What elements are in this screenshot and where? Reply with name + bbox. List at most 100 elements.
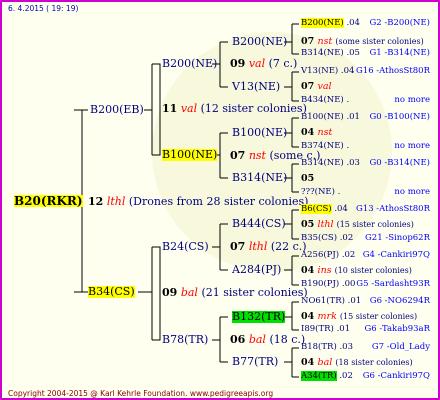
ancestor-lineage-link[interactable]: G7 -Old_Lady xyxy=(372,342,430,352)
ancestor-value: .01 xyxy=(343,112,360,122)
ancestor-drone-row: 04 mrk (15 sister colonies) xyxy=(301,311,417,323)
ancestor-value: .00 xyxy=(339,279,356,289)
ancestor-lineage-link[interactable]: G6 -NO6294R xyxy=(370,296,430,306)
root-drone-line: 12 lthl (Drones from 28 sister colonies) xyxy=(88,196,308,208)
drone-name[interactable]: bal xyxy=(181,286,198,299)
queen-b24cs[interactable]: B24(CS) xyxy=(162,241,209,253)
root-drone-note: (Drones from 28 sister colonies) xyxy=(128,195,309,208)
ancestor-queen-link[interactable]: B190(PJ) xyxy=(301,279,339,289)
ancestor-queen-link[interactable]: B434(NE) xyxy=(301,95,344,105)
drone-name[interactable]: ins xyxy=(318,265,335,276)
ancestor-queen-link[interactable]: B35(CS) xyxy=(301,233,337,243)
ancestor-row: I89(TR) .01 xyxy=(301,324,350,334)
ancestor-drone-row: 04 bal (18 sister colonies) xyxy=(301,357,413,369)
drone-note: (15 sister colonies) xyxy=(339,312,418,321)
ancestor-lineage-link[interactable]: G5 -Sardasht93R xyxy=(356,279,430,289)
queen-b200ne-b[interactable]: B200(NE) xyxy=(232,36,287,48)
ancestor-lineage-link[interactable]: G13 -AthosSt80R xyxy=(356,204,430,214)
queen-b444cs[interactable]: B444(CS) xyxy=(232,218,286,230)
ancestor-lineage-link[interactable]: G1 -B314(NE) xyxy=(369,48,430,58)
ancestor-queen-link[interactable]: B374(NE) xyxy=(301,141,344,151)
ancestor-row: B314(NE) .03 xyxy=(301,158,360,168)
ancestor-value: .02 xyxy=(339,250,356,260)
ancestor-row: B314(NE) .05 xyxy=(301,48,360,58)
ancestor-row: A256(PJ) .02 xyxy=(301,250,355,260)
drone-note: (18 sister colonies) xyxy=(335,358,413,367)
drone-gen: 06 xyxy=(230,333,246,346)
ancestor-lineage-link[interactable]: G6 -Cankiri97Q xyxy=(363,371,430,381)
ancestor-queen-link[interactable]: V13(NE) xyxy=(301,66,338,76)
drone-name[interactable]: nst xyxy=(318,36,336,47)
ancestor-queen-link[interactable]: B18(TR) xyxy=(301,342,337,352)
ancestor-row: B200(NE) .04 xyxy=(301,18,360,28)
drone-gen: 04 xyxy=(301,311,318,322)
ancestor-lineage-link[interactable]: G0 -B314(NE) xyxy=(369,158,430,168)
queen-b100ne[interactable]: B100(NE) xyxy=(162,149,218,161)
ancestor-lineage-link[interactable]: no more xyxy=(394,187,430,197)
ancestor-lineage-link[interactable]: G2 -B200(NE) xyxy=(369,18,430,28)
ancestor-queen-link[interactable]: B100(NE) xyxy=(301,112,344,122)
ancestor-queen-link[interactable]: A34(TR) xyxy=(301,371,337,381)
ancestor-row: B35(CS) .02 xyxy=(301,233,353,243)
ancestor-drone-row: 05 lthl (15 sister colonies) xyxy=(301,219,414,231)
root-queen-link[interactable]: B20(RKR) xyxy=(14,195,83,207)
drone-name[interactable]: lthl xyxy=(318,219,337,230)
ancestor-queen-link[interactable]: NO61(TR) xyxy=(301,296,345,306)
ancestor-queen-link[interactable]: ???(NE) xyxy=(301,187,335,197)
ancestor-queen-link[interactable]: B314(NE) xyxy=(301,158,344,168)
drone-name[interactable]: bal xyxy=(249,333,266,346)
ancestor-value: .04 xyxy=(331,204,348,214)
drone-gen: 04 xyxy=(301,127,318,138)
queen-b100ne-b[interactable]: B100(NE) xyxy=(232,127,287,139)
ancestor-lineage-link[interactable]: G21 -Sinop62R xyxy=(365,233,430,243)
ancestor-queen-link[interactable]: B6(CS) xyxy=(301,204,332,214)
drone-name[interactable]: val xyxy=(181,102,197,115)
root-drone-name[interactable]: lthl xyxy=(107,195,126,208)
queen-b132tr[interactable]: B132(TR) xyxy=(232,311,286,323)
drone-name[interactable]: lthl xyxy=(249,240,268,253)
queen-b34cs[interactable]: B34(CS) xyxy=(88,286,135,298)
queen-b200ne-a[interactable]: B200(NE) xyxy=(162,58,217,70)
drone-b24cs: 07 lthl (22 c.) xyxy=(230,241,307,253)
drone-name[interactable]: nst xyxy=(318,127,333,138)
drone-gen: 09 xyxy=(230,57,246,70)
queen-v13ne[interactable]: V13(NE) xyxy=(232,81,280,93)
drone-note: (15 sister colonies) xyxy=(336,220,414,229)
drone-note: (10 sister colonies) xyxy=(334,266,412,275)
drone-note: (21 sister colonies) xyxy=(201,286,308,299)
ancestor-value: . xyxy=(343,95,350,105)
ancestor-row: A34(TR) .02 xyxy=(301,371,353,381)
queen-b200eb[interactable]: B200(EB) xyxy=(90,104,144,116)
page-date: 6. 4.2015 ( 19: 19) xyxy=(8,4,79,13)
drone-gen: 04 xyxy=(301,357,318,368)
ancestor-value: .04 xyxy=(343,18,360,28)
ancestor-row: B6(CS) .04 xyxy=(301,204,348,214)
queen-b78tr[interactable]: B78(TR) xyxy=(162,334,208,346)
ancestor-value: .01 xyxy=(333,324,351,334)
queen-a284pj[interactable]: A284(PJ) xyxy=(232,264,281,276)
ancestor-lineage-link[interactable]: G6 -Takab93aR xyxy=(365,324,431,334)
drone-gen: 04 xyxy=(301,265,318,276)
queen-b314ne[interactable]: B314(NE) xyxy=(232,172,287,184)
drone-name[interactable]: val xyxy=(249,57,265,70)
drone-name[interactable]: bal xyxy=(318,357,336,368)
ancestor-lineage-link[interactable]: G16 -AthosSt80R xyxy=(356,66,430,76)
ancestor-queen-link[interactable]: B200(NE) xyxy=(301,18,344,28)
ancestor-value: .04 xyxy=(338,66,355,76)
ancestor-lineage-link[interactable]: G4 -Cankiri97Q xyxy=(363,250,430,260)
ancestor-queen-link[interactable]: A256(PJ) xyxy=(301,250,339,260)
drone-gen: 05 xyxy=(301,173,315,184)
drone-name[interactable]: mrk xyxy=(318,311,340,322)
ancestor-lineage-link[interactable]: no more xyxy=(394,95,430,105)
ancestor-queen-link[interactable]: I89(TR) xyxy=(301,324,334,334)
drone-name[interactable]: nst xyxy=(249,149,266,162)
ancestor-value: .03 xyxy=(336,342,353,352)
queen-b77tr[interactable]: B77(TR) xyxy=(232,356,278,368)
ancestor-queen-link[interactable]: B314(NE) xyxy=(301,48,344,58)
ancestor-lineage-link[interactable]: G0 -B100(NE) xyxy=(369,112,430,122)
ancestor-row: B18(TR) .03 xyxy=(301,342,353,352)
drone-note: (18 c.) xyxy=(269,333,306,346)
ancestor-lineage-link[interactable]: no more xyxy=(394,141,430,151)
drone-name[interactable]: val xyxy=(318,81,332,92)
ancestor-row: B190(PJ) .00 xyxy=(301,279,355,289)
